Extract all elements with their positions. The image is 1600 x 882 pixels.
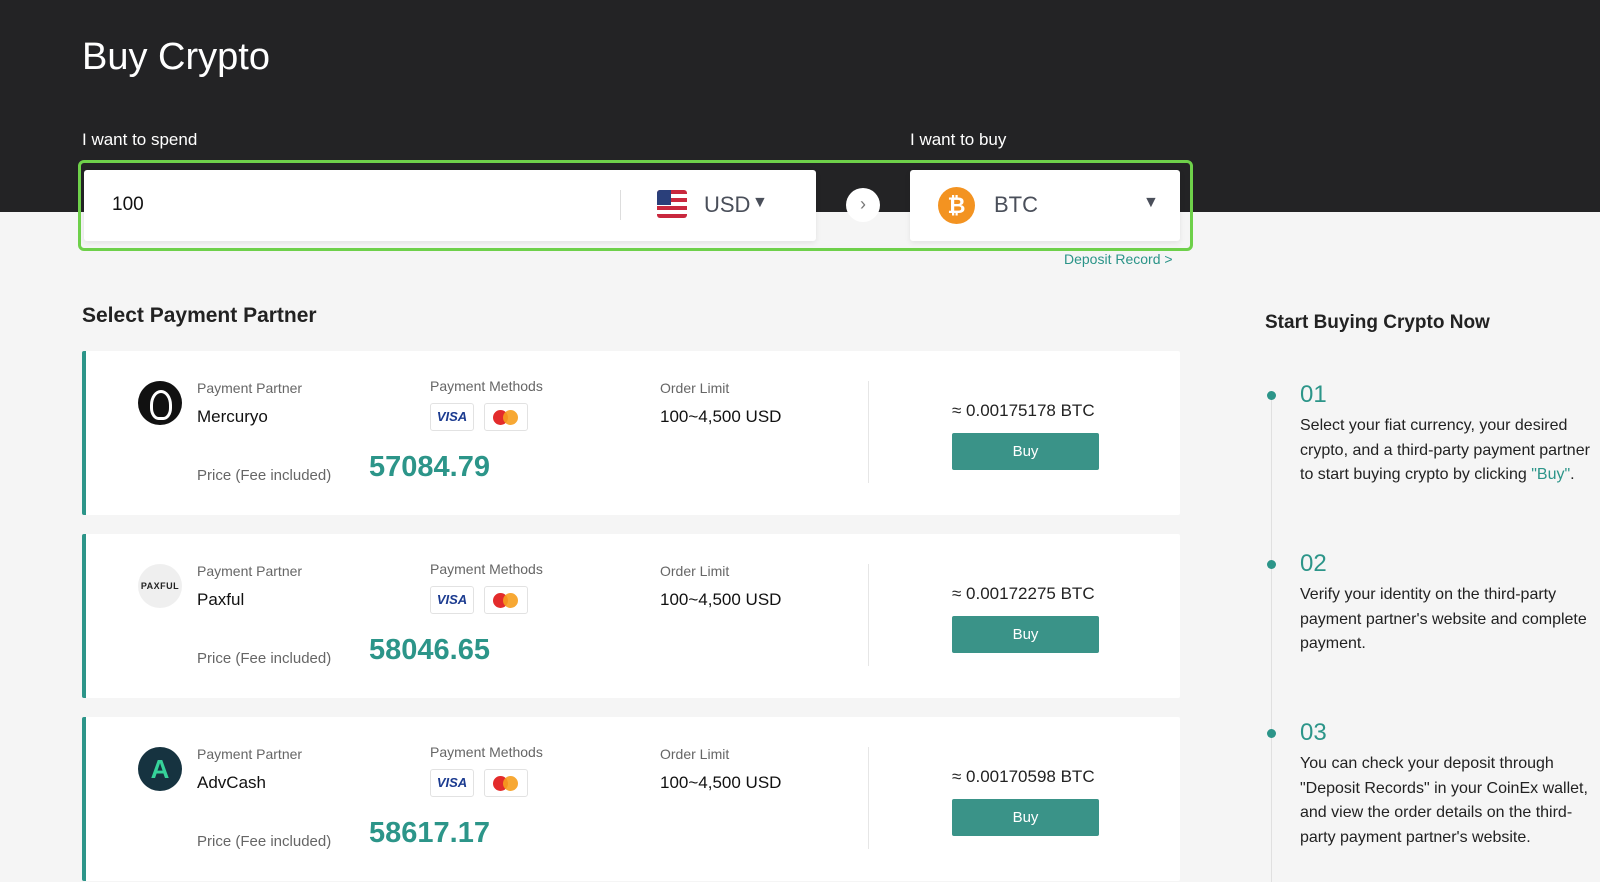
visa-icon: VISA — [430, 403, 474, 431]
step-number: 03 — [1300, 719, 1327, 746]
visa-icon: VISA — [430, 769, 474, 797]
step-text: Select your fiat currency, your desired … — [1300, 414, 1595, 488]
partner-name: Paxful — [197, 590, 245, 609]
order-limit-label: Order Limit — [660, 746, 730, 762]
crypto-select[interactable]: ₿ BTC ▼ — [910, 170, 1180, 241]
card-divider — [868, 381, 869, 483]
card-divider — [868, 747, 869, 849]
chevron-right-icon[interactable]: › — [846, 188, 880, 222]
mastercard-icon — [484, 586, 528, 614]
spend-divider — [620, 190, 621, 220]
spend-amount-field[interactable]: 100 USD ▼ — [84, 170, 816, 241]
methods-label: Payment Methods — [430, 378, 543, 394]
price-label: Price (Fee included) — [197, 833, 332, 850]
step-text-part: . — [1570, 466, 1575, 483]
page-title: Buy Crypto — [82, 36, 270, 78]
order-limit-value: 100~4,500 USD — [660, 590, 782, 609]
buy-button-paxful[interactable]: Buy — [952, 616, 1099, 653]
advcash-logo-icon: A — [138, 747, 182, 791]
order-limit-label: Order Limit — [660, 380, 730, 396]
visa-icon: VISA — [430, 586, 474, 614]
buy-button-mercuryo[interactable]: Buy — [952, 433, 1099, 470]
estimate-value: ≈ 0.00170598 BTC — [952, 767, 1095, 786]
mastercard-icon — [484, 769, 528, 797]
order-limit-label: Order Limit — [660, 563, 730, 579]
order-limit-value: 100~4,500 USD — [660, 407, 782, 426]
price-label: Price (Fee included) — [197, 467, 332, 484]
partner-label: Payment Partner — [197, 746, 303, 762]
step-text: Verify your identity on the third-party … — [1300, 586, 1587, 652]
section-title: Select Payment Partner — [82, 304, 317, 327]
fiat-currency-select[interactable]: USD — [704, 192, 750, 218]
partner-name: AdvCash — [197, 773, 266, 792]
step-text-highlight: "Buy" — [1531, 466, 1571, 483]
paxful-logo-icon: PAXFUL — [138, 564, 182, 608]
estimate-value: ≈ 0.00172275 BTC — [952, 584, 1095, 603]
crypto-dropdown-caret-icon[interactable]: ▼ — [1143, 194, 1159, 212]
bitcoin-icon: ₿ — [938, 187, 975, 224]
order-limit-value: 100~4,500 USD — [660, 773, 782, 792]
sidebar-title: Start Buying Crypto Now — [1265, 312, 1490, 333]
step-number: 02 — [1300, 550, 1327, 577]
price-value: 58617.17 — [369, 817, 490, 849]
partner-card-paxful: PAXFUL Payment Partner Paxful Payment Me… — [82, 534, 1180, 698]
price-value: 57084.79 — [369, 451, 490, 483]
partner-label: Payment Partner — [197, 563, 303, 579]
spend-label: I want to spend — [82, 130, 198, 149]
card-divider — [868, 564, 869, 666]
methods-label: Payment Methods — [430, 561, 543, 577]
mercuryo-logo-icon — [138, 381, 182, 425]
step-number: 01 — [1300, 381, 1327, 408]
step-dot — [1267, 560, 1276, 569]
crypto-currency-label: BTC — [994, 192, 1038, 217]
partner-card-advcash: A Payment Partner AdvCash Payment Method… — [82, 717, 1180, 881]
buy-button-advcash[interactable]: Buy — [952, 799, 1099, 836]
fiat-dropdown-caret-icon[interactable]: ▼ — [752, 194, 768, 212]
mastercard-icon — [484, 403, 528, 431]
estimate-value: ≈ 0.00175178 BTC — [952, 401, 1095, 420]
step-dot — [1267, 729, 1276, 738]
partner-card-mercuryo: Payment Partner Mercuryo Payment Methods… — [82, 351, 1180, 515]
step-text: You can check your deposit through "Depo… — [1300, 755, 1588, 846]
buy-label: I want to buy — [910, 130, 1007, 149]
methods-label: Payment Methods — [430, 744, 543, 760]
spend-amount-input[interactable]: 100 — [112, 194, 144, 216]
step-dot — [1267, 391, 1276, 400]
deposit-record-link[interactable]: Deposit Record > — [1064, 251, 1173, 267]
partner-name: Mercuryo — [197, 407, 268, 426]
partner-label: Payment Partner — [197, 380, 303, 396]
timeline-line — [1271, 395, 1272, 882]
us-flag-icon — [657, 190, 687, 218]
price-value: 58046.65 — [369, 634, 490, 666]
price-label: Price (Fee included) — [197, 650, 332, 667]
